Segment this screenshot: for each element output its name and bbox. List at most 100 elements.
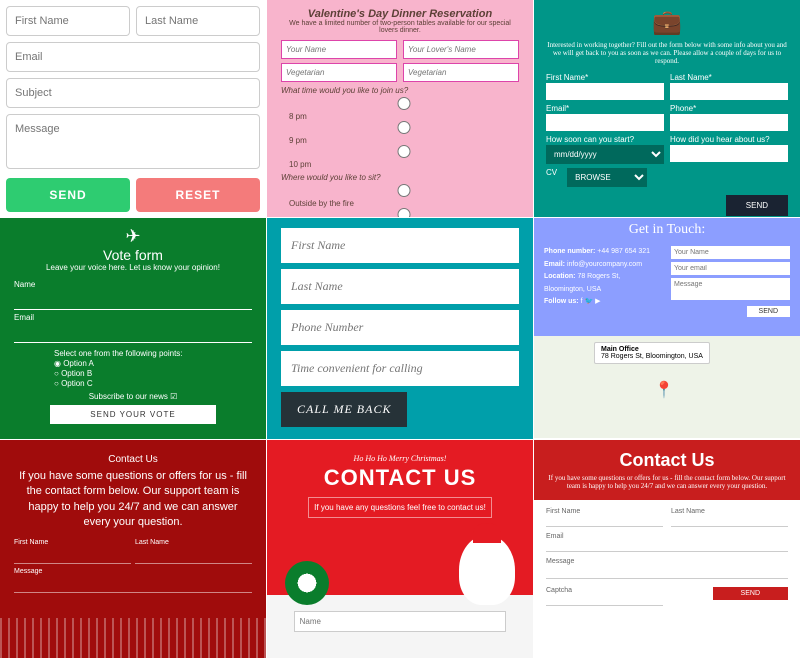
option-c[interactable]: ○ Option C — [54, 379, 252, 388]
message-input[interactable] — [14, 575, 252, 593]
lover-name-input[interactable] — [403, 40, 519, 59]
reset-button[interactable]: RESET — [136, 178, 260, 212]
subscribe-checkbox[interactable]: Subscribe to our news ☑ — [14, 392, 252, 401]
your-name-input[interactable] — [281, 40, 397, 59]
veg1-input[interactable] — [281, 63, 397, 82]
snowflake-decoration — [0, 618, 266, 658]
first-name-input[interactable] — [6, 6, 130, 36]
captcha-input[interactable] — [546, 594, 663, 606]
message-input[interactable] — [6, 114, 260, 169]
form-subtitle: We have a limited number of two-person t… — [281, 20, 519, 34]
seat-opt-inside[interactable]: Inside by the music — [289, 208, 519, 217]
form-title: Contact Us — [548, 450, 786, 471]
last-name-input[interactable] — [281, 269, 519, 304]
first-name-label: First Name — [546, 508, 580, 515]
first-name-input[interactable] — [546, 515, 663, 527]
briefcase-icon: 💼 — [546, 8, 788, 37]
message-label: Message — [546, 558, 574, 565]
santa-contact-form: Ho Ho Ho Merry Christmas! CONTACT US If … — [267, 440, 533, 658]
name-input[interactable] — [294, 611, 507, 632]
map-office-label: Main Office — [601, 346, 639, 353]
map[interactable]: Main Office 78 Rogers St, Bloomington, U… — [534, 336, 800, 438]
time-opt-8[interactable]: 8 pm — [289, 97, 519, 121]
time-opt-10[interactable]: 10 pm — [289, 145, 519, 169]
option-b[interactable]: ○ Option B — [54, 369, 252, 378]
first-name-label: First Name* — [546, 73, 664, 82]
send-button[interactable]: SEND — [726, 195, 788, 216]
get-in-touch-form: Get in Touch: Phone number: +44 987 654 … — [534, 218, 800, 439]
message-input[interactable] — [671, 278, 790, 300]
send-button[interactable]: SEND — [747, 306, 790, 317]
send-vote-button[interactable]: SEND YOUR VOTE — [50, 405, 215, 424]
map-pin-icon: 📍 — [654, 380, 674, 400]
form-subtitle: If you have any questions feel free to c… — [308, 497, 492, 518]
valentine-form: Valentine's Day Dinner Reservation We ha… — [267, 0, 533, 217]
cv-browse[interactable]: BROWSE — [567, 168, 647, 187]
call-me-back-button[interactable]: CALL ME BACK — [281, 392, 407, 427]
time-opt-9[interactable]: 9 pm — [289, 121, 519, 145]
santa-icon — [459, 535, 515, 605]
send-button[interactable]: SEND — [6, 178, 130, 212]
seat-opt-outside[interactable]: Outside by the fire — [289, 184, 519, 208]
option-a[interactable]: ◉ Option A — [54, 359, 252, 368]
start-select[interactable]: mm/dd/yyyy — [546, 145, 664, 164]
email-label: Email* — [546, 104, 664, 113]
first-name-input[interactable] — [546, 83, 664, 100]
ho-ho-text: Ho Ho Ho Merry Christmas! — [277, 454, 523, 463]
map-address: 78 Rogers St, Bloomington, USA — [601, 353, 703, 360]
email-input[interactable] — [546, 114, 664, 131]
social-icons[interactable]: f 🐦 ▶ — [581, 298, 601, 305]
email-label: Email — [546, 533, 564, 540]
message-input[interactable] — [546, 565, 788, 579]
seat-question: Where would you like to sit? — [281, 173, 519, 182]
phone-input[interactable] — [670, 114, 788, 131]
form-subtitle: Leave your voice here. Let us know your … — [14, 263, 252, 272]
last-name-input[interactable] — [135, 546, 252, 564]
email-input[interactable] — [6, 42, 260, 72]
phone-label: Phone* — [670, 104, 788, 113]
email-value: info@yourcompany.com — [567, 261, 642, 268]
time-question: What time would you like to join us? — [281, 86, 519, 95]
hear-label: How did you hear about us? — [670, 135, 788, 144]
cv-label: CV — [546, 168, 557, 186]
email-input[interactable] — [546, 540, 788, 552]
message-label: Message — [14, 568, 42, 575]
phone-input[interactable] — [281, 310, 519, 345]
form-title: Contact Us — [14, 454, 252, 465]
callback-form: CALL ME BACK — [267, 218, 533, 439]
form-para: If you have some questions or offers for… — [14, 469, 252, 531]
snowflake-contact-form: Contact Us If you have some questions or… — [0, 440, 266, 658]
last-name-label: Last Name — [671, 508, 705, 515]
start-label: How soon can you start? — [546, 135, 664, 144]
contact-form-basic: SEND RESET — [0, 0, 266, 217]
form-title: Get in Touch: — [534, 222, 800, 238]
first-name-input[interactable] — [14, 546, 131, 564]
wreath-icon — [285, 561, 329, 605]
last-name-input[interactable] — [136, 6, 260, 36]
captcha-label: Captcha — [546, 587, 572, 594]
subject-input[interactable] — [6, 78, 260, 108]
email-input[interactable] — [671, 262, 790, 275]
name-input[interactable] — [14, 290, 252, 310]
email-label: Email — [14, 313, 252, 322]
last-name-input[interactable] — [671, 515, 788, 527]
form-title: Vote form — [14, 247, 252, 263]
last-name-input[interactable] — [670, 83, 788, 100]
time-input[interactable] — [281, 351, 519, 386]
form-title: CONTACT US — [277, 465, 523, 491]
send-button[interactable]: SEND — [713, 587, 788, 600]
name-input[interactable] — [671, 246, 790, 259]
form-title: Valentine's Day Dinner Reservation — [281, 8, 519, 20]
name-label: Name — [14, 280, 252, 289]
last-name-label: Last Name — [135, 539, 169, 546]
work-together-form: 💼 Interested in working together? Fill o… — [534, 0, 800, 217]
contact-us-form: Contact Us If you have some questions or… — [534, 440, 800, 658]
last-name-label: Last Name* — [670, 73, 788, 82]
veg2-input[interactable] — [403, 63, 519, 82]
intro-text: Interested in working together? Fill out… — [546, 41, 788, 65]
first-name-input[interactable] — [281, 228, 519, 263]
email-input[interactable] — [14, 323, 252, 343]
phone-value: +44 987 654 321 — [597, 248, 650, 255]
paper-plane-icon: ✈ — [14, 226, 252, 247]
hear-input[interactable] — [670, 145, 788, 162]
